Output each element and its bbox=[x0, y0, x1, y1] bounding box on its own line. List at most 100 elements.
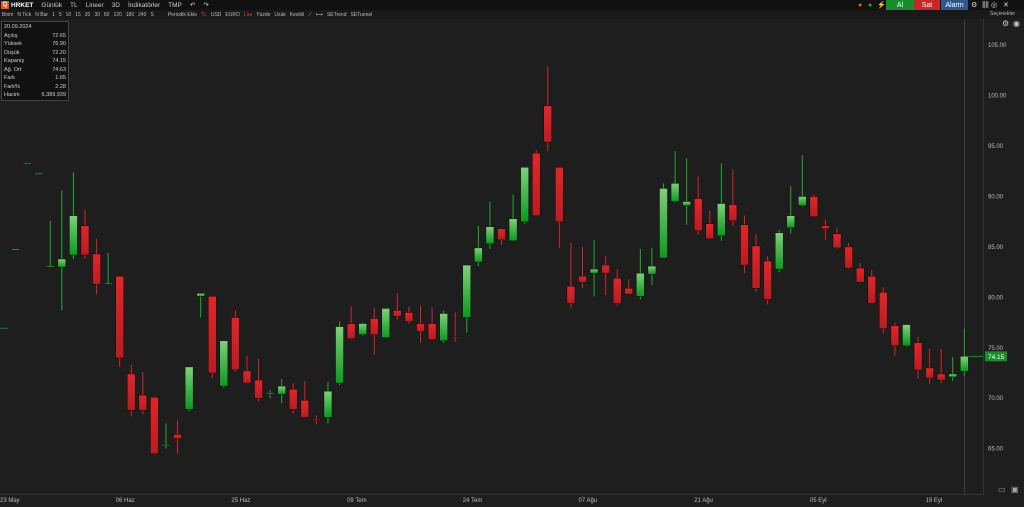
target-icon[interactable]: ◎ bbox=[991, 0, 997, 10]
candle[interactable] bbox=[219, 340, 229, 389]
toolbar-item-3d[interactable]: 3D bbox=[112, 2, 120, 9]
candle[interactable] bbox=[798, 155, 807, 207]
candle[interactable] bbox=[69, 172, 78, 260]
candle[interactable] bbox=[150, 396, 159, 455]
candle[interactable] bbox=[173, 420, 182, 454]
sub-item[interactable]: 240 bbox=[138, 12, 146, 18]
candlestick-chart[interactable]: 105.00 100.00 95.00 90.00 85.00 80.00 75.00 70.… bbox=[0, 0, 1024, 507]
sub-item[interactable]: Uzak bbox=[274, 12, 285, 18]
play-icon[interactable]: ● bbox=[868, 0, 872, 10]
candle[interactable] bbox=[138, 371, 148, 415]
candle[interactable] bbox=[751, 233, 761, 293]
close-icon[interactable]: ✕ bbox=[1003, 0, 1009, 10]
candle[interactable] bbox=[358, 322, 367, 336]
candle[interactable] bbox=[115, 275, 124, 367]
candle[interactable] bbox=[485, 201, 495, 249]
candle[interactable] bbox=[427, 307, 437, 340]
sub-item[interactable]: 60 bbox=[104, 12, 110, 18]
toolbar-item-scale[interactable]: Lineer bbox=[86, 2, 104, 9]
candle[interactable] bbox=[670, 151, 680, 203]
candle[interactable] bbox=[636, 248, 645, 300]
alarm-button[interactable]: Alarm bbox=[941, 0, 968, 10]
candle[interactable] bbox=[46, 220, 55, 268]
candle[interactable] bbox=[254, 358, 263, 402]
sell-button[interactable]: Sat bbox=[914, 0, 940, 10]
candle[interactable] bbox=[705, 210, 714, 240]
sub-item[interactable]: Birim bbox=[2, 12, 13, 18]
candle[interactable] bbox=[161, 423, 171, 449]
candle[interactable] bbox=[381, 308, 391, 338]
eye-icon[interactable]: ◉ bbox=[1013, 19, 1020, 28]
candle[interactable] bbox=[265, 390, 275, 399]
candle[interactable] bbox=[936, 348, 946, 384]
candle[interactable] bbox=[890, 322, 900, 356]
sub-item[interactable]: 180 bbox=[126, 12, 134, 18]
alert-icon[interactable]: ● bbox=[858, 0, 862, 10]
candle[interactable] bbox=[624, 279, 633, 295]
sub-item[interactable]: EURO bbox=[225, 12, 239, 18]
candle[interactable] bbox=[497, 228, 506, 245]
candle[interactable] bbox=[913, 336, 923, 380]
candle[interactable] bbox=[821, 219, 830, 240]
candle[interactable] bbox=[578, 246, 587, 289]
candle[interactable] bbox=[855, 263, 865, 284]
candle[interactable] bbox=[566, 242, 576, 309]
candle[interactable] bbox=[960, 328, 969, 377]
sub-item[interactable]: SETrend bbox=[327, 12, 347, 18]
candle[interactable] bbox=[555, 167, 564, 248]
settings-icon[interactable]: ⚙ bbox=[1002, 19, 1009, 28]
candle[interactable] bbox=[393, 293, 402, 320]
candle[interactable] bbox=[323, 382, 333, 424]
candle[interactable] bbox=[902, 324, 911, 347]
trend-line-icon[interactable]: ⟋ bbox=[308, 12, 312, 18]
candle[interactable] bbox=[832, 227, 842, 249]
candle[interactable] bbox=[439, 310, 448, 343]
candle[interactable] bbox=[867, 270, 876, 304]
sub-item[interactable]: Periodik Ekle bbox=[168, 12, 197, 18]
sub-item[interactable]: 30 bbox=[94, 12, 100, 18]
buy-button[interactable]: Al bbox=[886, 0, 914, 10]
candle[interactable] bbox=[196, 293, 205, 318]
candle[interactable] bbox=[231, 310, 240, 372]
candle[interactable] bbox=[289, 383, 298, 414]
candle[interactable] bbox=[879, 287, 888, 334]
candle[interactable] bbox=[474, 225, 483, 267]
link-icon[interactable]: ⛓ bbox=[981, 0, 990, 10]
candle[interactable] bbox=[370, 308, 379, 355]
lightning-icon[interactable]: ⚡ bbox=[877, 0, 886, 10]
candle[interactable] bbox=[22, 163, 32, 165]
candle[interactable] bbox=[80, 209, 90, 260]
candle[interactable] bbox=[34, 173, 43, 175]
candle[interactable] bbox=[740, 215, 749, 274]
redo-icon[interactable]: ↷ bbox=[203, 1, 208, 9]
sub-item[interactable]: 10 bbox=[66, 12, 72, 18]
candle[interactable] bbox=[416, 305, 425, 343]
candle[interactable] bbox=[613, 269, 622, 306]
candle[interactable] bbox=[208, 296, 217, 379]
candle[interactable] bbox=[659, 183, 668, 259]
sub-item[interactable]: Lira bbox=[244, 12, 252, 18]
sub-item[interactable]: S bbox=[150, 12, 153, 18]
candle[interactable] bbox=[844, 242, 853, 270]
candle[interactable] bbox=[346, 306, 356, 340]
candle[interactable] bbox=[728, 169, 738, 226]
candle[interactable] bbox=[694, 176, 703, 235]
layout-icon[interactable]: ▭ bbox=[998, 485, 1006, 494]
sub-item[interactable]: 20 bbox=[85, 12, 91, 18]
sub-item[interactable]: 5 bbox=[59, 12, 62, 18]
candle[interactable] bbox=[127, 364, 136, 417]
candle[interactable] bbox=[532, 150, 541, 216]
candle[interactable] bbox=[774, 229, 784, 273]
candle[interactable] bbox=[242, 355, 252, 384]
candle[interactable] bbox=[103, 252, 113, 285]
candle[interactable] bbox=[948, 356, 957, 382]
candle[interactable] bbox=[0, 327, 9, 329]
symbol-label[interactable]: HRKET bbox=[11, 2, 33, 9]
candle[interactable] bbox=[717, 163, 726, 241]
sub-item[interactable]: SETunnel bbox=[350, 12, 372, 18]
toolbar-item-currency[interactable]: TL bbox=[70, 2, 78, 9]
candle[interactable] bbox=[763, 255, 772, 305]
candle[interactable] bbox=[809, 194, 819, 217]
candle[interactable] bbox=[589, 239, 599, 297]
candle[interactable] bbox=[601, 255, 610, 296]
